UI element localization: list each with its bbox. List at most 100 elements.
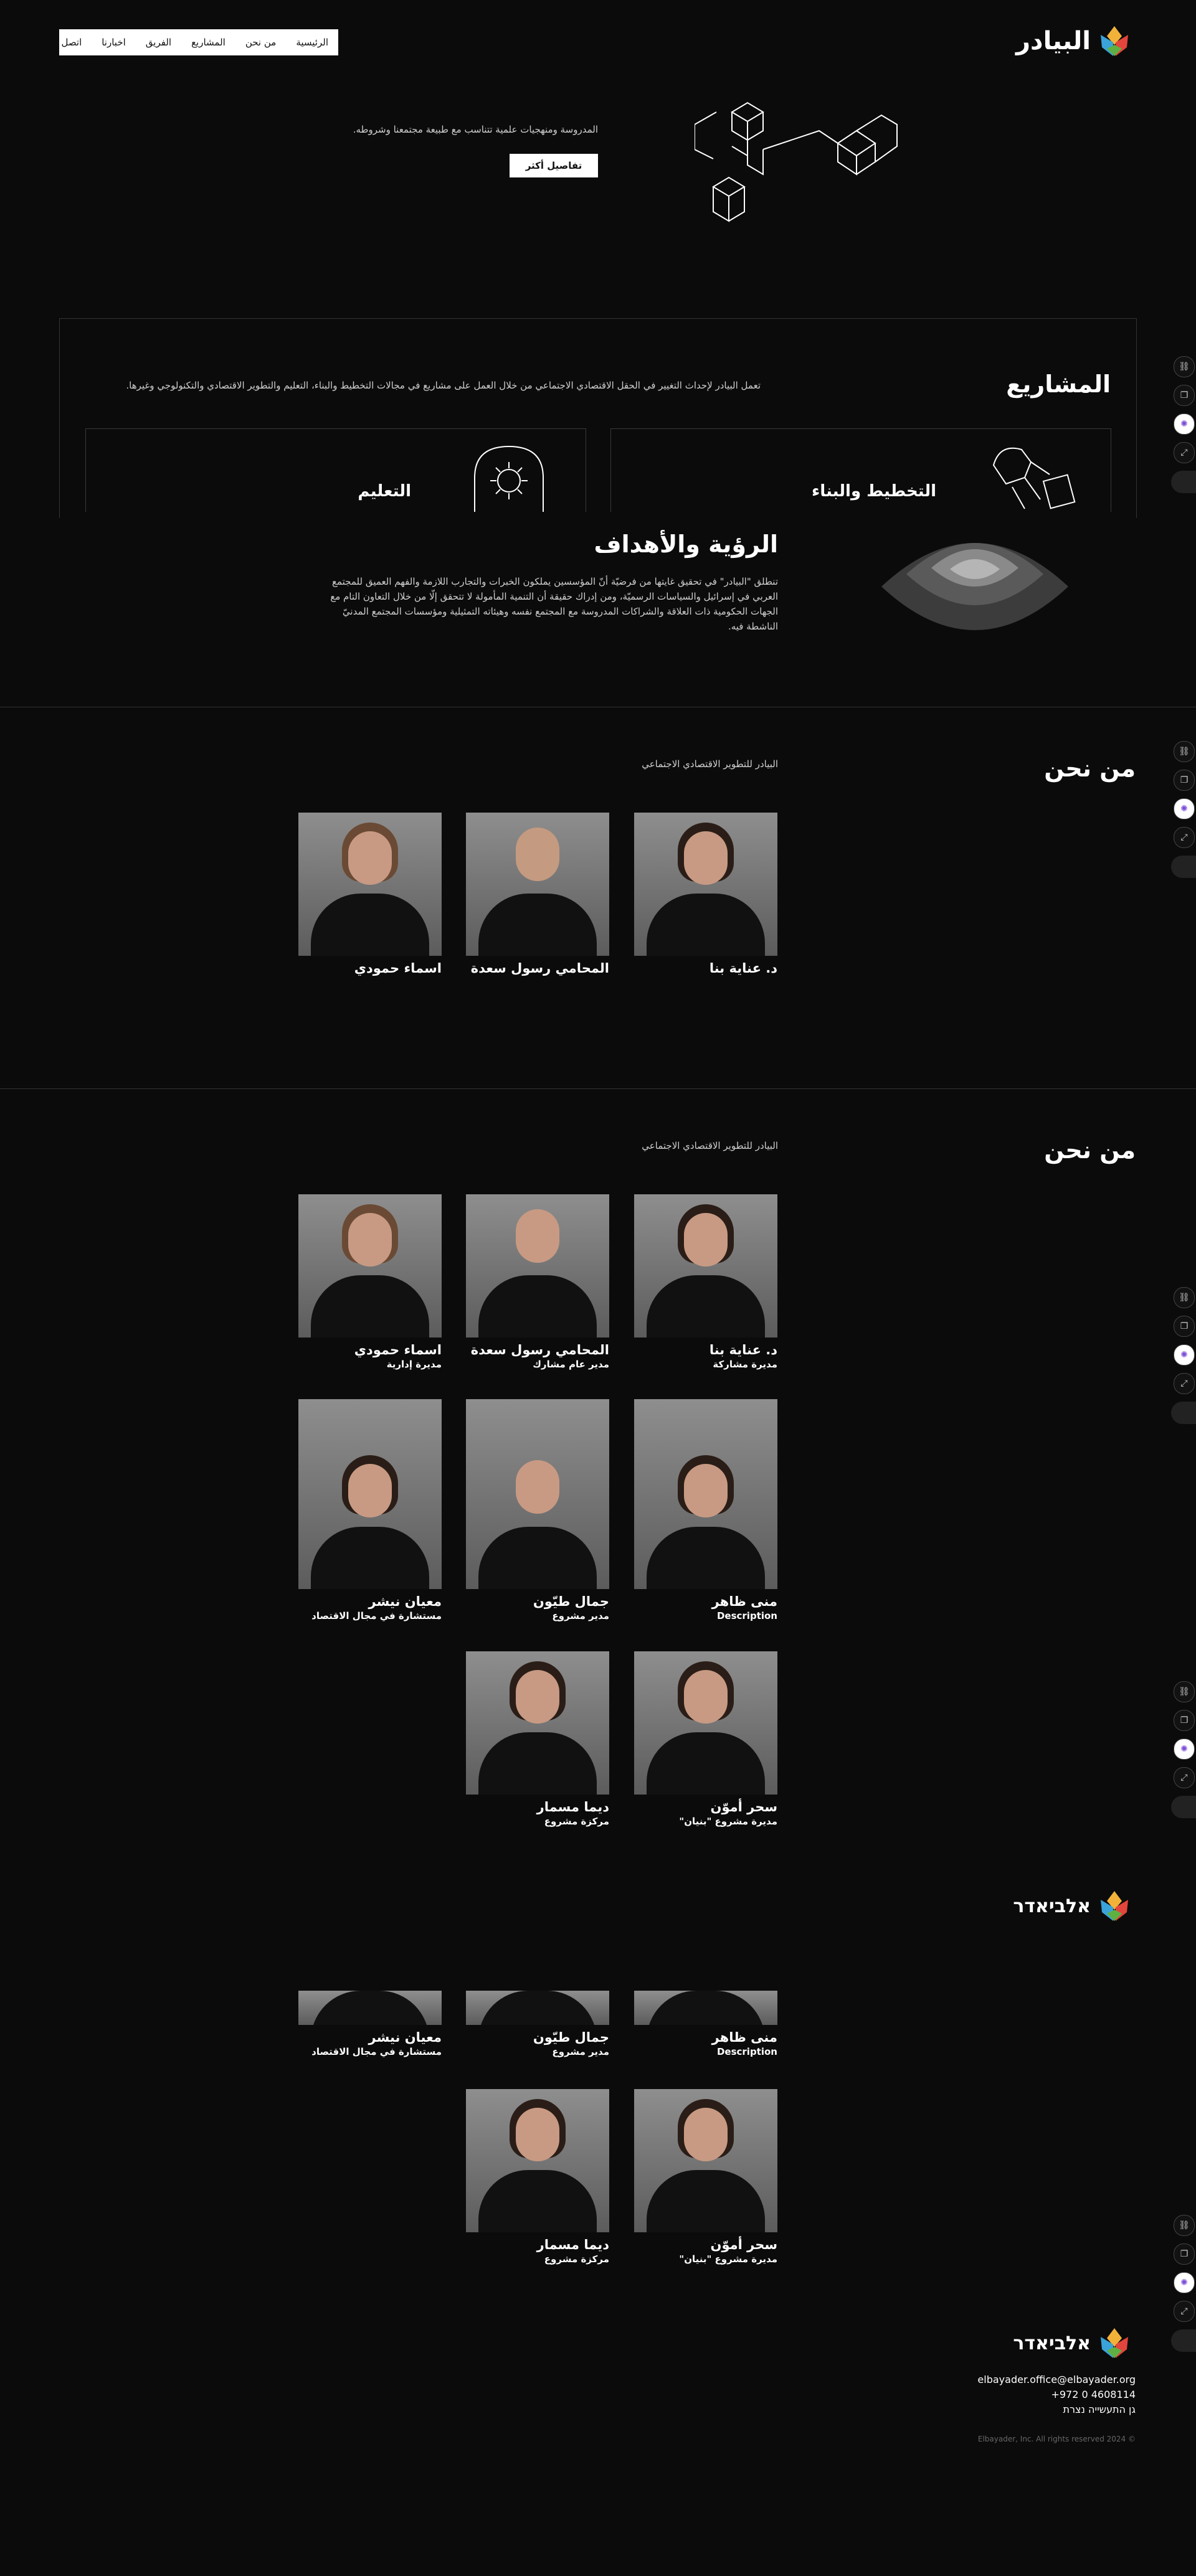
side-pill[interactable] [1171,2329,1196,2352]
projects-title: المشاريع [1006,370,1111,398]
member-photo [634,1991,777,2025]
ai-icon[interactable]: ✺ [1174,798,1195,819]
member-role: مدير مشروع [552,1610,609,1621]
nav-team[interactable]: الفريق [136,37,181,48]
copy-icon[interactable]: ❐ [1174,1316,1195,1337]
member-photo [634,1399,777,1589]
team-member[interactable]: اسماء حمودي مديرة إدارية [298,1194,442,1370]
member-role: مركزة مشروع [544,2253,609,2265]
member-photo [634,1651,777,1795]
team-member[interactable]: منى ظاهر Description [634,1399,777,1621]
team-member[interactable]: د. عناية بنا مديرة مشاركة [634,1194,777,1370]
member-photo [298,813,442,956]
crane-hand-icon [992,447,1076,509]
vision-title: الرؤية والأهداف [594,531,778,558]
copy-icon[interactable]: ❐ [1174,770,1195,791]
side-pill[interactable] [1171,471,1196,493]
team-member[interactable]: د. عناية بنا [634,813,777,976]
about-subtitle: البيادر للتطوير الاقتصادي الاجتماعي [642,758,778,770]
expand-icon[interactable]: ⤢ [1174,1767,1195,1788]
link-icon[interactable]: ⛓ [1174,1681,1195,1702]
member-role: Description [716,1610,777,1621]
project-card-education-title: التعليم [358,482,411,501]
nav-about[interactable]: من نحن [235,37,287,48]
ai-icon[interactable]: ✺ [1174,413,1195,435]
project-card-education[interactable]: التعليم [85,428,586,512]
member-role: Description [716,2046,777,2057]
member-photo [466,1194,609,1338]
expand-icon[interactable]: ⤢ [1174,827,1195,848]
nav-contact[interactable]: اتصل بنا [59,37,92,48]
member-name: ديما مسمار [536,1800,609,1814]
project-card-planning[interactable]: التخطيط والبناء [610,428,1111,512]
brand[interactable]: البيادر [1016,24,1131,59]
member-name: معيان نيشر [368,1594,442,1609]
member-photo [466,1991,609,2025]
member-photo [634,813,777,956]
about-title: من نحن [1044,755,1136,782]
member-role: مدير مشروع [552,2046,609,2057]
about-subtitle: البيادر للتطوير الاقتصادي الاجتماعي [642,1140,778,1151]
member-name: منى ظاهر [711,1594,777,1609]
team-member[interactable]: ديما مسمار مركزة مشروع [466,2089,609,2265]
member-name: المحامي رسول سعدة [470,961,609,976]
footer-address: גן התעשייה נצרת [1063,2404,1136,2415]
expand-icon[interactable]: ⤢ [1174,2301,1195,2322]
member-role: مدير عام مشارك [533,1359,609,1370]
side-pill[interactable] [1171,1402,1196,1424]
member-photo [466,1651,609,1795]
team-member[interactable]: جمال طيّون مدير مشروع [466,1399,609,1621]
link-icon[interactable]: ⛓ [1174,1287,1195,1308]
footer-brand[interactable]: אלביאדר [1013,2326,1131,2361]
expand-icon[interactable]: ⤢ [1174,1373,1195,1394]
copy-icon[interactable]: ❐ [1174,1710,1195,1731]
team-member[interactable]: معيان نيشر مستشارة في مجال الاقتصاد [298,1399,442,1621]
team-member[interactable]: المحامي رسول سعدة مدير عام مشارك [466,1194,609,1370]
brand-name: البيادر [1016,27,1091,55]
member-photo [298,1194,442,1338]
link-icon[interactable]: ⛓ [1174,2215,1195,2236]
team-member[interactable]: منى ظاهر Description [634,1991,777,2057]
team-member[interactable]: ديما مسمار مركزة مشروع [466,1651,609,1827]
ai-icon[interactable]: ✺ [1174,1739,1195,1760]
member-role: مديرة مشروع "بنيان" [679,1816,777,1827]
footer-phone[interactable]: +972 0 4608114 [1051,2389,1136,2400]
nav-home[interactable]: الرئيسية [286,37,338,48]
link-icon[interactable]: ⛓ [1174,356,1195,377]
more-details-button[interactable]: تفاصيل أكثر [510,154,598,177]
copy-icon[interactable]: ❐ [1174,2243,1195,2265]
ai-icon[interactable]: ✺ [1174,1344,1195,1366]
expand-icon[interactable]: ⤢ [1174,442,1195,463]
footer-email[interactable]: elbayader.office@elbayader.org [977,2374,1136,2385]
member-name: سحر أموّن [710,1800,777,1814]
member-name: اسماء حمودي [354,961,442,976]
copy-icon[interactable]: ❐ [1174,385,1195,406]
cubes-illustration-icon [695,101,898,222]
brand-name-he: אלביאדר [1013,1895,1091,1917]
nav-projects[interactable]: المشاريع [181,37,235,48]
brand-logo-icon [1101,1891,1128,1921]
member-name: المحامي رسول سعدة [470,1342,609,1357]
member-photo [466,1399,609,1589]
brand-he[interactable]: אלביאדר [1013,1889,1131,1923]
link-icon[interactable]: ⛓ [1174,741,1195,762]
team-member[interactable]: معيان نيشر مستشارة في مجال الاقتصاد [298,1991,442,2057]
team-member[interactable]: سحر أموّن مديرة مشروع "بنيان" [634,2089,777,2265]
project-card-planning-title: التخطيط والبناء [812,482,936,501]
main-nav: الرئيسية من نحن المشاريع الفريق اخبارنا … [59,29,338,55]
ai-icon[interactable]: ✺ [1174,2272,1195,2293]
team-member[interactable]: جمال طيّون مدير مشروع [466,1991,609,2057]
side-pill[interactable] [1171,1796,1196,1818]
member-name: سحر أموّن [710,2237,777,2252]
member-photo [466,2089,609,2232]
side-pill[interactable] [1171,856,1196,878]
team-member[interactable]: سحر أموّن مديرة مشروع "بنيان" [634,1651,777,1827]
member-role: مديرة مشروع "بنيان" [679,2253,777,2265]
about-title: من نحن [1044,1136,1136,1164]
member-name: ديما مسمار [536,2237,609,2252]
team-member[interactable]: اسماء حمودي [298,813,442,976]
gear-head-icon [474,445,544,512]
team-member[interactable]: المحامي رسول سعدة [466,813,609,976]
member-photo [634,1194,777,1338]
nav-news[interactable]: اخبارنا [92,37,136,48]
